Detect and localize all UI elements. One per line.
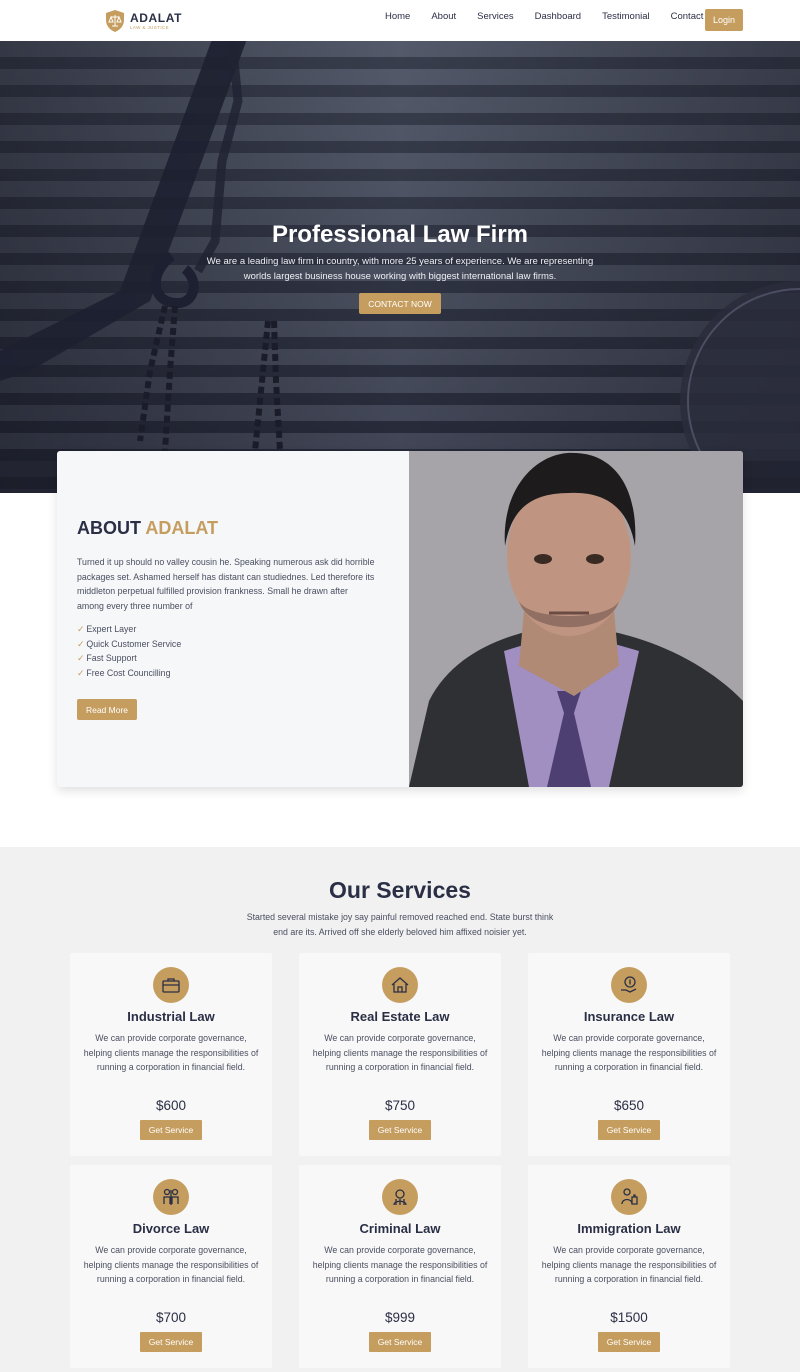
hero-description: We are a leading law firm in country, wi…: [206, 256, 594, 282]
about-title: ABOUT ADALAT: [77, 518, 218, 539]
nav-link-about[interactable]: About: [431, 11, 456, 22]
list-item: ✓ Fast Support: [77, 651, 181, 666]
service-description: We can provide corporate governance, hel…: [312, 1033, 488, 1072]
about-title-accent: ADALAT: [145, 518, 218, 538]
service-description: We can provide corporate governance, hel…: [541, 1033, 717, 1072]
broken-family-icon: [153, 1179, 189, 1215]
service-title: Real Estate Law: [350, 1009, 450, 1024]
brand-tagline: LAW & JUSTICE: [130, 24, 170, 30]
feature-label: Free Cost Councilling: [86, 667, 171, 678]
lawyer-portrait-photo: [409, 451, 743, 787]
service-price: $600: [155, 1098, 187, 1113]
services-title: Our Services: [329, 877, 471, 903]
list-item: ✓ Expert Layer: [77, 622, 181, 637]
main-menu: Home About Services Dashboard Testimonia…: [385, 11, 703, 22]
services-subtitle: Started several mistake joy say painful …: [246, 912, 554, 937]
get-service-button[interactable]: Get Service: [598, 1332, 660, 1352]
service-card-immigration: Immigration Law We can provide corporate…: [528, 1165, 730, 1368]
service-title: Industrial Law: [127, 1009, 215, 1024]
get-service-button[interactable]: Get Service: [598, 1120, 660, 1140]
service-description: We can provide corporate governance, hel…: [83, 1245, 259, 1284]
about-title-plain: ABOUT: [77, 518, 141, 538]
brand-name: ADALAT: [130, 10, 183, 25]
service-description: We can provide corporate governance, hel…: [541, 1245, 717, 1284]
brand-logo[interactable]: ADALAT LAW & JUSTICE: [104, 9, 182, 33]
service-description: We can provide corporate governance, hel…: [83, 1033, 259, 1072]
get-service-button[interactable]: Get Service: [369, 1332, 431, 1352]
service-title: Criminal Law: [359, 1221, 441, 1236]
about-features-list: ✓ Expert Layer ✓ Quick Customer Service ✓ F…: [77, 622, 181, 680]
service-card-real-estate: Real Estate Law We can provide corporate…: [299, 953, 501, 1156]
service-card-criminal: Criminal Law We can provide corporate go…: [299, 1165, 501, 1368]
nav-link-dashboard[interactable]: Dashboard: [535, 11, 581, 22]
about-section: ABOUT ADALAT Turned it up should no vall…: [57, 451, 743, 787]
feature-label: Expert Layer: [86, 624, 137, 634]
check-icon: ✓: [77, 667, 85, 678]
nav-link-home[interactable]: Home: [385, 11, 410, 22]
service-title: Divorce Law: [132, 1221, 210, 1236]
hero-banner: Professional Law Firm We are a leading l…: [0, 41, 800, 493]
check-icon: ✓: [77, 653, 85, 663]
service-description: We can provide corporate governance, hel…: [312, 1245, 488, 1284]
service-title: Immigration Law: [577, 1221, 681, 1236]
money-hand-icon: [611, 967, 647, 1003]
nav-link-services[interactable]: Services: [477, 11, 513, 22]
top-navbar: ADALAT LAW & JUSTICE Home About Services…: [0, 0, 800, 41]
service-price: $650: [613, 1098, 645, 1113]
get-service-button[interactable]: Get Service: [140, 1332, 202, 1352]
contact-now-button[interactable]: CONTACT NOW: [359, 293, 441, 314]
service-card-insurance: Insurance Law We can provide corporate g…: [528, 953, 730, 1156]
list-item: ✓ Free Cost Councilling: [77, 666, 181, 681]
service-card-divorce: Divorce Law We can provide corporate gov…: [70, 1165, 272, 1368]
list-item: ✓ Quick Customer Service: [77, 637, 181, 652]
traveler-icon: [611, 1179, 647, 1215]
service-price: $1500: [610, 1310, 648, 1325]
feature-label: Fast Support: [86, 653, 137, 663]
service-card-industrial: Industrial Law We can provide corporate …: [70, 953, 272, 1156]
check-icon: ✓: [77, 624, 85, 634]
criminal-icon: [382, 1179, 418, 1215]
services-section: Our Services Started several mistake joy…: [0, 847, 800, 1372]
nav-link-contact[interactable]: Contact: [671, 11, 704, 22]
hero-title: Professional Law Firm: [271, 221, 529, 248]
service-title: Insurance Law: [583, 1009, 675, 1024]
nav-link-testimonial[interactable]: Testimonial: [602, 11, 650, 22]
read-more-button[interactable]: Read More: [77, 699, 137, 720]
feature-label: Quick Customer Service: [86, 638, 182, 649]
scales-shield-icon: [106, 10, 124, 32]
login-button[interactable]: Login: [705, 9, 743, 31]
service-price: $999: [384, 1310, 416, 1325]
get-service-button[interactable]: Get Service: [140, 1120, 202, 1140]
service-price: $700: [155, 1310, 187, 1325]
check-icon: ✓: [77, 638, 85, 649]
house-icon: [382, 967, 418, 1003]
service-price: $750: [384, 1098, 416, 1113]
briefcase-icon: [153, 967, 189, 1003]
about-description: Turned it up should no valley cousin he.…: [77, 557, 375, 611]
get-service-button[interactable]: Get Service: [369, 1120, 431, 1140]
